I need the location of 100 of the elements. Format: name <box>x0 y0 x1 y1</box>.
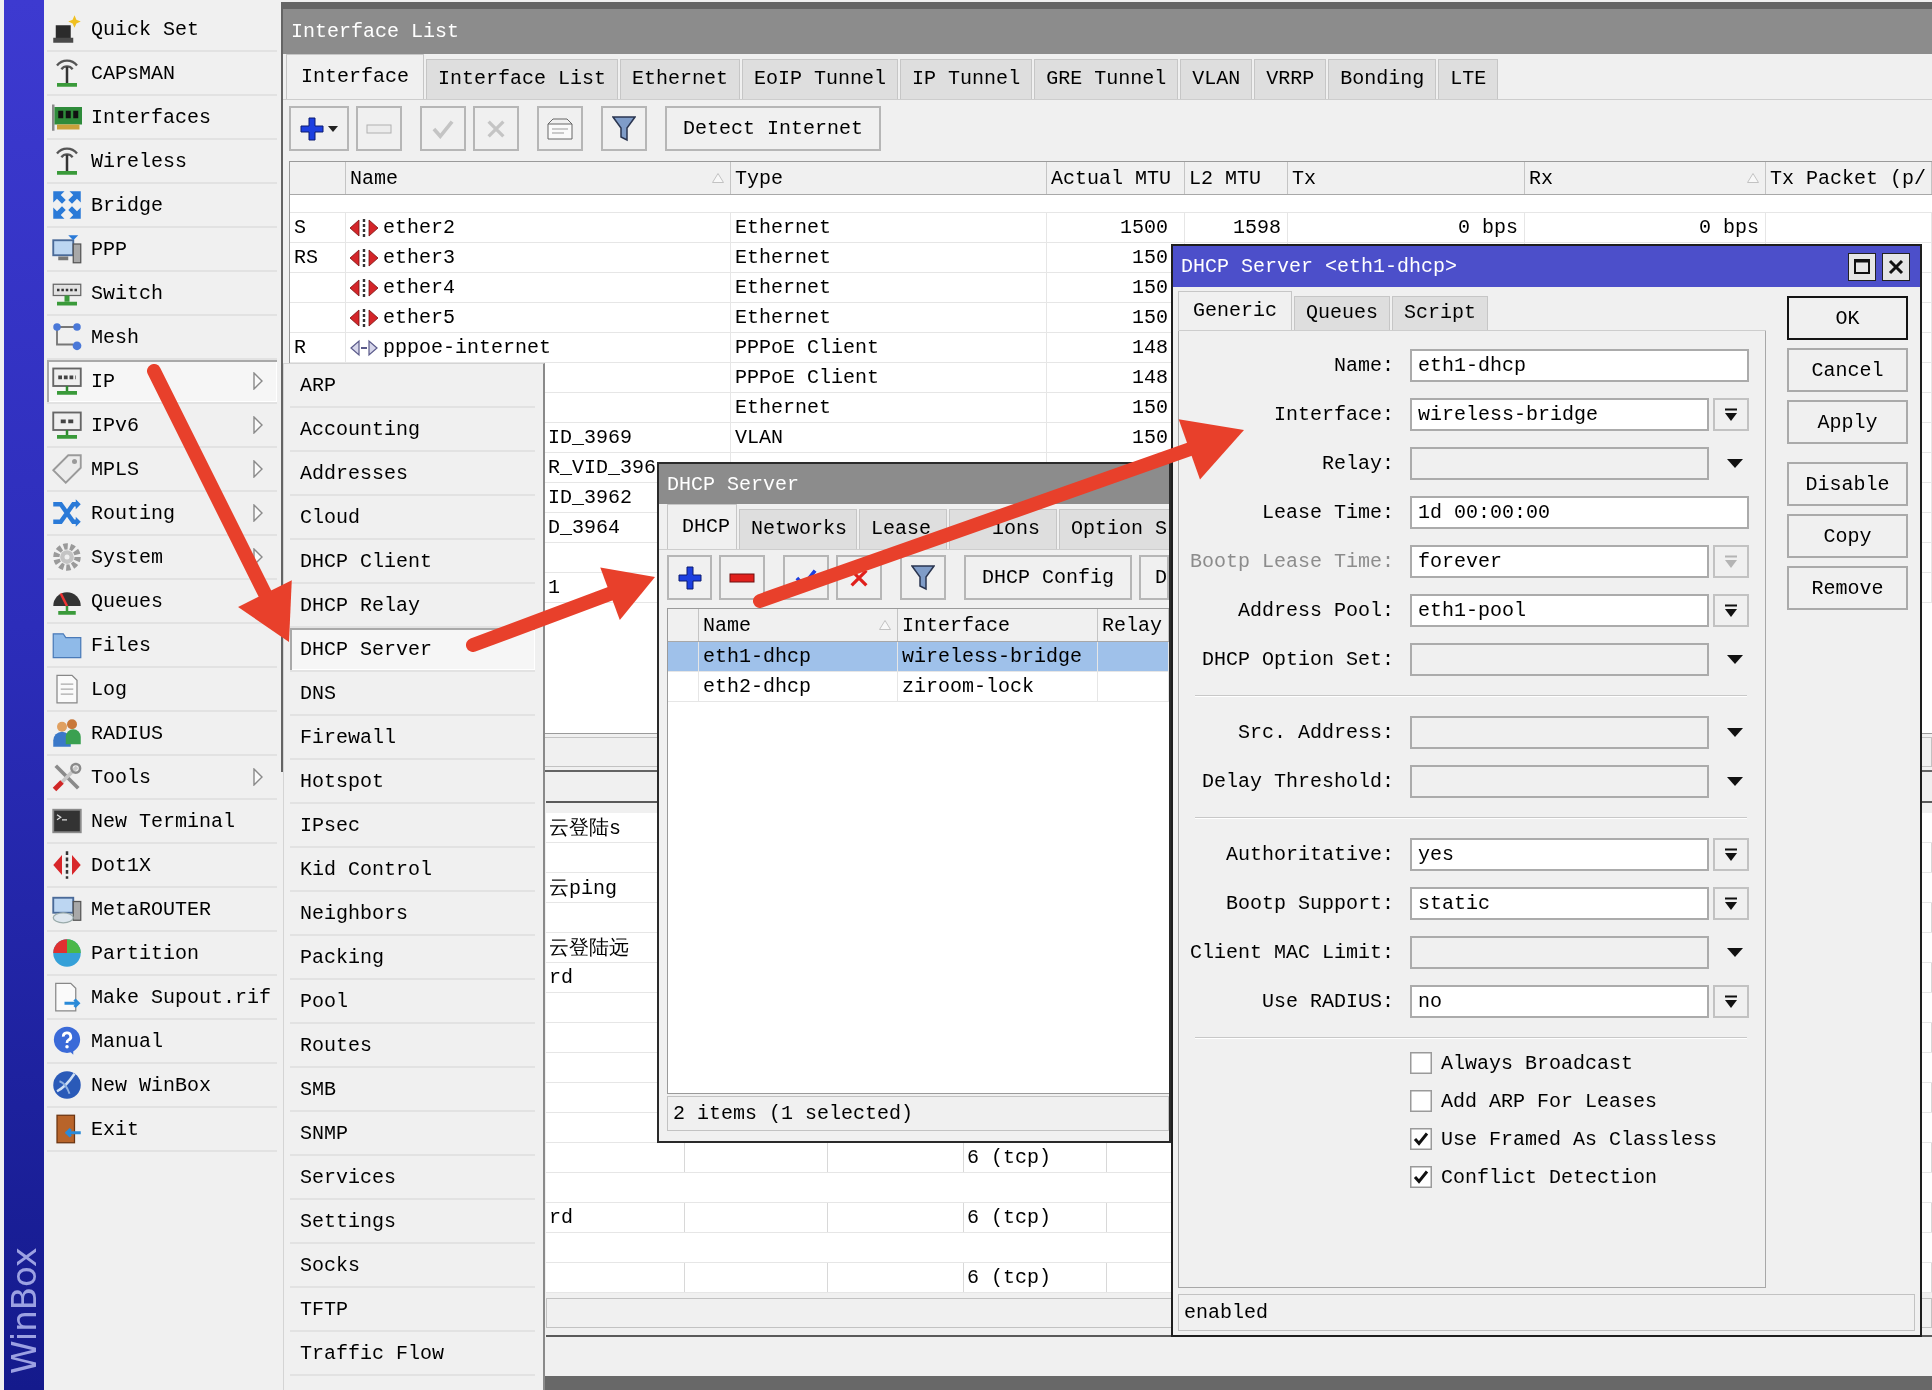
input-field[interactable]: 1d 00:00:00 <box>1410 496 1749 529</box>
column-header[interactable]: Interface <box>902 613 1011 637</box>
column-header[interactable]: Relay <box>1102 613 1162 637</box>
tab[interactable]: VRRP <box>1254 59 1327 99</box>
input-field[interactable] <box>1410 936 1709 969</box>
tab[interactable]: GRE Tunnel <box>1034 59 1179 99</box>
banner-title: WinBox <box>7 1246 41 1374</box>
tab[interactable]: Queues <box>1294 296 1391 330</box>
toolbar-button[interactable]: Detect Internet <box>665 106 882 151</box>
crossed-arrows-icon <box>52 498 82 528</box>
dropdown-arrow-icon <box>1724 554 1738 569</box>
checkbox[interactable] <box>1410 1052 1432 1074</box>
tab[interactable]: IP Tunnel <box>900 59 1033 99</box>
menu-item[interactable]: DHCP Server <box>290 628 535 672</box>
table-cell: ID_3969 <box>548 426 632 449</box>
field-label: Client MAC Limit: <box>1189 941 1394 964</box>
table-cell: ether3 <box>383 246 455 269</box>
table-cell: 0 bps <box>1699 216 1759 239</box>
checkbox[interactable] <box>1410 1166 1432 1188</box>
dialog-button[interactable]: Cancel <box>1787 348 1908 392</box>
input-field[interactable]: yes <box>1410 838 1709 871</box>
tag-icon <box>52 454 82 484</box>
input-field[interactable]: static <box>1410 887 1709 920</box>
tab[interactable]: Option S <box>1059 509 1169 549</box>
tab[interactable]: Interface <box>286 54 425 99</box>
table-cell: 6 (tcp) <box>967 1266 1051 1289</box>
table-cell: R_VID_396 <box>548 456 657 479</box>
dialog-button[interactable]: Remove <box>1787 566 1908 610</box>
toolbar-button[interactable]: DHCP Config <box>964 555 1133 600</box>
column-header[interactable]: Type <box>735 166 783 190</box>
field-label: Src. Address: <box>1237 721 1394 744</box>
tab[interactable]: Networks <box>739 509 857 549</box>
filter-icon <box>612 115 636 142</box>
field-label: Name: <box>1334 354 1394 377</box>
add-button[interactable] <box>289 106 349 151</box>
maximize-icon[interactable] <box>1848 252 1876 281</box>
table-cell: Ethernet <box>735 396 831 419</box>
field-label: Use RADIUS: <box>1261 990 1394 1013</box>
tab[interactable]: Script <box>1392 296 1489 330</box>
dropdown-button[interactable] <box>1713 838 1749 871</box>
column-header[interactable]: Rx <box>1529 166 1553 190</box>
dialog-button[interactable]: Disable <box>1787 462 1908 506</box>
tab[interactable]: Interface List <box>426 59 619 99</box>
toolbar-button[interactable]: D <box>1139 555 1169 600</box>
remove-button[interactable] <box>719 555 765 600</box>
dropdown-arrow-icon[interactable] <box>1727 777 1743 786</box>
tab[interactable]: Generic <box>1178 291 1292 330</box>
dropdown-arrow-icon[interactable] <box>1727 459 1743 468</box>
checkbox[interactable] <box>1410 1128 1432 1150</box>
input-field[interactable]: eth1-pool <box>1410 594 1709 627</box>
input-field[interactable] <box>1410 765 1709 798</box>
close-icon[interactable] <box>1882 252 1910 281</box>
dialog-button[interactable]: Copy <box>1787 514 1908 558</box>
dropdown-arrow-icon[interactable] <box>1727 728 1743 737</box>
dialog-button[interactable]: OK <box>1787 296 1908 340</box>
dropdown-arrow-icon <box>1724 407 1738 422</box>
tab[interactable]: VLAN <box>1180 59 1253 99</box>
tab[interactable]: Ethernet <box>620 59 741 99</box>
status-bar: 2 items (1 selected) <box>667 1096 1169 1131</box>
input-field[interactable] <box>1410 447 1709 480</box>
monitor-icon <box>52 234 82 264</box>
input-field[interactable] <box>1410 716 1709 749</box>
column-header[interactable]: Name <box>350 166 398 190</box>
dropdown-button[interactable] <box>1713 985 1749 1018</box>
column-header[interactable]: Tx <box>1292 166 1316 190</box>
tab[interactable]: DHCP <box>667 504 737 549</box>
monitor-icon <box>52 894 82 924</box>
dropdown-button[interactable] <box>1713 398 1749 431</box>
input-field[interactable]: wireless-bridge <box>1410 398 1709 431</box>
table-row[interactable]: eth1-dhcp wireless-bridge <box>668 642 1169 672</box>
dropdown-arrow-icon[interactable] <box>1727 948 1743 957</box>
column-header[interactable]: Name <box>703 613 751 637</box>
cross-icon <box>850 568 868 587</box>
tab[interactable]: EoIP Tunnel <box>742 59 899 99</box>
input-field[interactable]: no <box>1410 985 1709 1018</box>
add-button[interactable] <box>667 555 712 600</box>
port-arrows-icon <box>52 850 82 880</box>
table-row[interactable]: eth2-dhcp ziroom-lock <box>668 672 1169 702</box>
table-cell: Ethernet <box>735 306 831 329</box>
dialog-button[interactable]: Apply <box>1787 400 1908 444</box>
column-header[interactable]: Tx Packet (p/ <box>1770 166 1927 190</box>
dropdown-button[interactable] <box>1713 594 1749 627</box>
minus-icon <box>366 123 392 134</box>
tab[interactable]: Bonding <box>1328 59 1437 99</box>
checkbox[interactable] <box>1410 1090 1432 1112</box>
column-header[interactable]: L2 MTU <box>1189 166 1261 190</box>
input-field[interactable] <box>1410 643 1709 676</box>
table-cell: PPPoE Client <box>735 366 880 389</box>
menu-item[interactable]: IP <box>47 360 277 402</box>
field-label: DHCP Option Set: <box>1201 648 1394 671</box>
check-icon <box>432 118 454 139</box>
column-header[interactable]: Actual MTU <box>1051 166 1172 190</box>
filter-button[interactable] <box>601 106 647 151</box>
dropdown-button[interactable] <box>1713 887 1749 920</box>
dropdown-arrow-icon[interactable] <box>1727 655 1743 664</box>
filter-button[interactable] <box>900 555 946 600</box>
checkbox-label: Conflict Detection <box>1441 1165 1658 1189</box>
tab[interactable]: LTE <box>1438 59 1499 99</box>
input-field[interactable]: eth1-dhcp <box>1410 349 1749 382</box>
caret-icon <box>328 125 338 132</box>
